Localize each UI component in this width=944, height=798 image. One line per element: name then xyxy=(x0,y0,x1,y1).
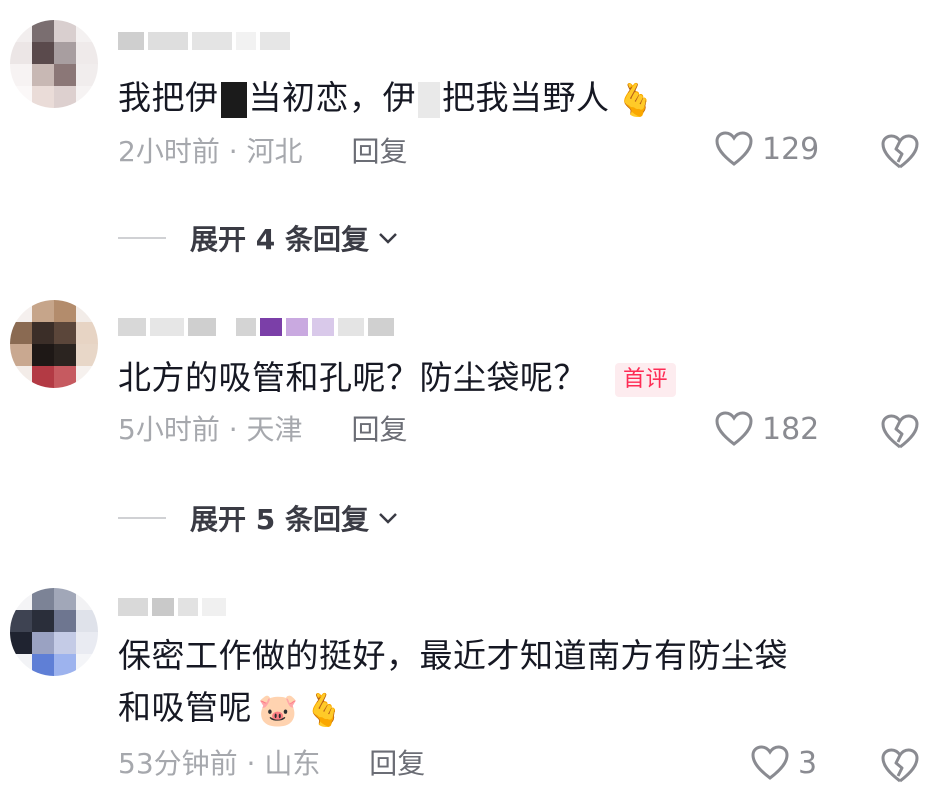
timestamp-location: 2小时前 · 河北 xyxy=(118,135,303,168)
divider xyxy=(118,517,166,519)
timestamp-location: 5小时前 · 天津 xyxy=(118,413,303,446)
username[interactable] xyxy=(118,314,394,340)
chevron-down-icon xyxy=(379,513,397,524)
expand-replies-label: 展开 4 条回复 xyxy=(190,223,369,256)
avatar[interactable] xyxy=(10,20,98,108)
finger-heart-emoji: 🫰 xyxy=(304,690,345,729)
comment-text-part: 当初恋，伊 xyxy=(248,78,416,117)
chevron-down-icon xyxy=(379,233,397,244)
redaction-block xyxy=(418,81,440,118)
comment-text-line: 和吸管呢 🐷 🫰 xyxy=(118,684,918,734)
avatar[interactable] xyxy=(10,300,98,388)
expand-replies-button[interactable]: 展开 4 条回复 xyxy=(118,218,399,258)
comment-text-part: 北方的吸管和孔呢？防尘袋呢？ xyxy=(118,358,587,397)
finger-heart-emoji: 🫰 xyxy=(615,80,656,119)
reply-button[interactable]: 回复 xyxy=(351,132,407,172)
username[interactable] xyxy=(118,594,226,620)
comment-text-part: 我把伊 xyxy=(118,78,219,117)
like-count: 182 xyxy=(762,411,820,447)
comment-text-part: 和吸管呢 xyxy=(118,688,252,727)
like-count: 129 xyxy=(762,131,820,167)
first-comment-badge: 首评 xyxy=(615,362,677,397)
like-button[interactable]: 129 xyxy=(714,130,819,168)
like-button[interactable]: 182 xyxy=(714,410,819,448)
broken-heart-icon[interactable] xyxy=(880,412,920,452)
comment-meta: 2小时前 · 河北 回复 xyxy=(118,132,407,172)
comment-text: 我把伊 当初恋，伊 把我当野人 🫰 xyxy=(118,74,918,124)
heart-outline-icon xyxy=(715,411,753,446)
redaction-block xyxy=(220,81,247,118)
pig-face-emoji: 🐷 xyxy=(258,690,299,729)
broken-heart-icon[interactable] xyxy=(880,132,920,172)
expand-replies-button[interactable]: 展开 5 条回复 xyxy=(118,498,399,538)
comment-text: 保密工作做的挺好，最近才知道南方有防尘袋 和吸管呢 🐷 🫰 xyxy=(118,632,918,734)
comment-text-line: 保密工作做的挺好，最近才知道南方有防尘袋 xyxy=(118,636,788,675)
like-button[interactable]: 3 xyxy=(750,744,817,782)
divider xyxy=(118,237,166,239)
expand-replies-label: 展开 5 条回复 xyxy=(190,503,369,536)
comment-meta: 53分钟前 · 山东 回复 xyxy=(118,744,425,784)
comment-text: 北方的吸管和孔呢？防尘袋呢？ 首评 xyxy=(118,354,918,402)
heart-outline-icon xyxy=(715,131,753,166)
timestamp-location: 53分钟前 · 山东 xyxy=(118,747,321,780)
like-count: 3 xyxy=(798,745,818,781)
comment-meta: 5小时前 · 天津 回复 xyxy=(118,410,407,450)
broken-heart-icon[interactable] xyxy=(880,746,920,786)
avatar[interactable] xyxy=(10,588,98,676)
reply-button[interactable]: 回复 xyxy=(369,744,425,784)
heart-outline-icon xyxy=(751,745,789,780)
username[interactable] xyxy=(118,28,290,54)
comment-text-part: 把我当野人 xyxy=(442,78,610,117)
reply-button[interactable]: 回复 xyxy=(351,410,407,450)
